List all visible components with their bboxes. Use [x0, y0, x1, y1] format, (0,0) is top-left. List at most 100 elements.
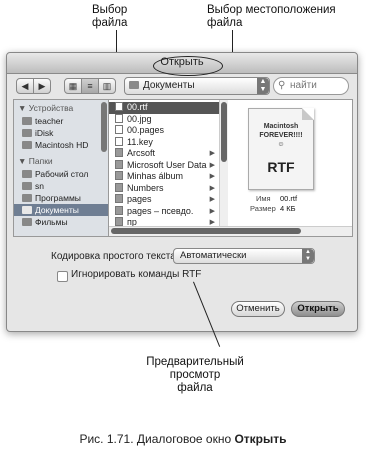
file-list-item[interactable]: 00.rtf — [109, 102, 219, 114]
file-name: Arcsoft — [127, 148, 156, 158]
location-popup[interactable]: Документы ▲ ▼ — [124, 77, 270, 95]
browser-pane: ▼ Устройства teacher iDisk Macintosh HD … — [13, 99, 353, 237]
search-field[interactable]: ⚲ найти — [273, 77, 349, 95]
caption-middle: Диалоговое окно — [133, 432, 235, 446]
file-type-label: RTF — [267, 159, 295, 175]
encoding-value: Автоматически — [180, 250, 247, 261]
file-name: Minhas álbum — [127, 171, 184, 181]
callout-location-select-text: Выбор местоположения файла — [207, 4, 336, 29]
sidebar: ▼ Устройства teacher iDisk Macintosh HD … — [14, 100, 109, 236]
file-name: Microsoft User Data — [127, 159, 207, 170]
sidebar-item-label: Программы — [35, 193, 81, 203]
sidebar-item-movies[interactable]: Фильмы — [18, 216, 108, 228]
preview-line-1: Macintosh — [263, 123, 299, 130]
icon-view-button[interactable]: ▦ — [64, 78, 82, 94]
forward-button[interactable]: ▶ — [33, 78, 51, 94]
file-list-item[interactable]: pages ▶ — [109, 194, 219, 206]
sidebar-item-label: sn — [35, 181, 44, 191]
file-preview: Macintosh FOREVER!!!! ☺ RTF Имя 00.rtf Р… — [228, 100, 352, 236]
scroll-thumb[interactable] — [221, 102, 227, 162]
sidebar-header-places: ▼ Папки — [18, 156, 53, 166]
titlebar: Открыть — [7, 53, 357, 76]
movies-icon — [22, 218, 32, 226]
horizontal-scroll-thumb[interactable] — [111, 228, 301, 234]
open-dialog: Открыть ◀ ▶ ▦ ≡ ▥ Документы ▲ ▼ ⚲ найти ▼… — [6, 52, 358, 332]
toolbar: ◀ ▶ ▦ ≡ ▥ Документы ▲ ▼ ⚲ найти — [7, 73, 357, 97]
file-list-scrollbar[interactable] — [219, 100, 228, 236]
sidebar-item-label: Рабочий стол — [35, 169, 89, 179]
callout-file-select: Выбор файла — [92, 4, 127, 30]
encoding-label: Кодировка простого текста: — [51, 251, 179, 262]
sidebar-item-documents[interactable]: Документы — [14, 204, 108, 216]
sidebar-header-devices: ▼ Устройства — [18, 103, 74, 113]
callout-location-select: Выбор местоположения файла — [207, 4, 336, 30]
sidebar-item-macintosh-hd[interactable]: Macintosh HD — [18, 139, 108, 151]
page-fold — [302, 108, 314, 120]
file-name: 11.key — [127, 136, 153, 147]
search-placeholder: найти — [290, 80, 317, 91]
folder-icon — [115, 194, 123, 203]
columns-icon: ▥ — [102, 81, 112, 91]
disclosure-arrow-icon: ▶ — [209, 184, 215, 192]
sidebar-item-label: Macintosh HD — [35, 140, 89, 150]
updown-arrows-icon: ▲ ▼ — [257, 78, 269, 94]
list-icon: ≡ — [87, 81, 93, 91]
file-name: 00.jpg — [127, 113, 152, 124]
file-list: 00.rtf 00.jpg 00.pages 11.key Arcsoft ▶ Micros… — [109, 100, 219, 236]
file-list-item[interactable]: Numbers ▶ — [109, 182, 219, 195]
folder-icon — [129, 81, 139, 89]
folder-icon — [115, 182, 123, 192]
sidebar-item-desktop[interactable]: Рабочий стол — [18, 168, 108, 180]
preview-name-label: Имя — [256, 194, 271, 203]
desktop-icon — [22, 170, 32, 178]
file-list-item[interactable]: Microsoft User Data ▶ — [109, 159, 219, 172]
caption-bold: Открыть — [234, 432, 287, 446]
file-list-item[interactable]: Minhas álbum ▶ — [109, 171, 219, 183]
sidebar-item-label: Документы — [35, 205, 79, 215]
column-view-button[interactable]: ▥ — [98, 78, 116, 94]
documents-folder-icon — [22, 206, 32, 214]
file-list-item[interactable]: pages – псевдо. ▶ — [109, 205, 219, 218]
folder-icon — [115, 205, 123, 215]
sidebar-item-home[interactable]: sn — [18, 180, 108, 192]
grid-icon: ▦ — [68, 81, 78, 91]
callout-file-select-text: Выбор файла — [92, 4, 128, 29]
disclosure-arrow-icon: ▶ — [209, 173, 215, 180]
file-list-item[interactable]: 00.jpg — [109, 113, 219, 126]
file-name: pages — [127, 194, 152, 204]
smiley-glyph: ☺ — [277, 141, 285, 148]
open-button[interactable]: Открыть — [291, 301, 345, 317]
sidebar-scrollbar[interactable] — [101, 102, 107, 152]
figure-caption: Рис. 1.71. Диалоговое окно Открыть — [0, 432, 366, 446]
sidebar-item-applications[interactable]: Программы — [18, 192, 108, 204]
document-icon — [115, 136, 123, 146]
folder-icon — [115, 171, 123, 180]
file-list-item[interactable]: 00.pages — [109, 125, 219, 137]
document-icon — [115, 113, 123, 123]
horizontal-scrollbar[interactable] — [109, 226, 352, 236]
hard-drive-icon — [22, 141, 32, 149]
file-list-item[interactable]: Arcsoft ▶ — [109, 148, 219, 160]
file-list-item[interactable]: 11.key — [109, 136, 219, 149]
home-icon — [22, 182, 32, 190]
preview-name-value: 00.rtf — [280, 194, 298, 203]
updown-arrows-icon: ▲ ▼ — [302, 249, 314, 263]
ignore-rtf-checkbox[interactable] — [57, 271, 68, 282]
caption-prefix: Рис. 1.71. — [79, 432, 134, 446]
folder-icon — [115, 217, 123, 226]
applications-icon — [22, 194, 32, 202]
preview-size-label: Размер — [250, 204, 276, 213]
back-button[interactable]: ◀ — [16, 78, 34, 94]
cancel-button[interactable]: Отменить — [231, 301, 285, 317]
callout-preview-text: Предварительный просмотр файла — [146, 356, 244, 394]
sidebar-item-label: teacher — [35, 116, 64, 126]
drive-icon — [22, 117, 32, 125]
sidebar-item-label: iDisk — [35, 128, 54, 138]
file-name: 00.pages — [127, 125, 165, 135]
list-view-button[interactable]: ≡ — [81, 78, 99, 94]
document-preview-icon: Macintosh FOREVER!!!! ☺ RTF — [248, 108, 314, 190]
idisk-icon — [22, 129, 32, 137]
sidebar-item-idisk[interactable]: iDisk — [18, 127, 108, 139]
encoding-select[interactable]: Автоматически ▲ ▼ — [173, 248, 315, 264]
sidebar-item-teacher[interactable]: teacher — [18, 115, 108, 127]
